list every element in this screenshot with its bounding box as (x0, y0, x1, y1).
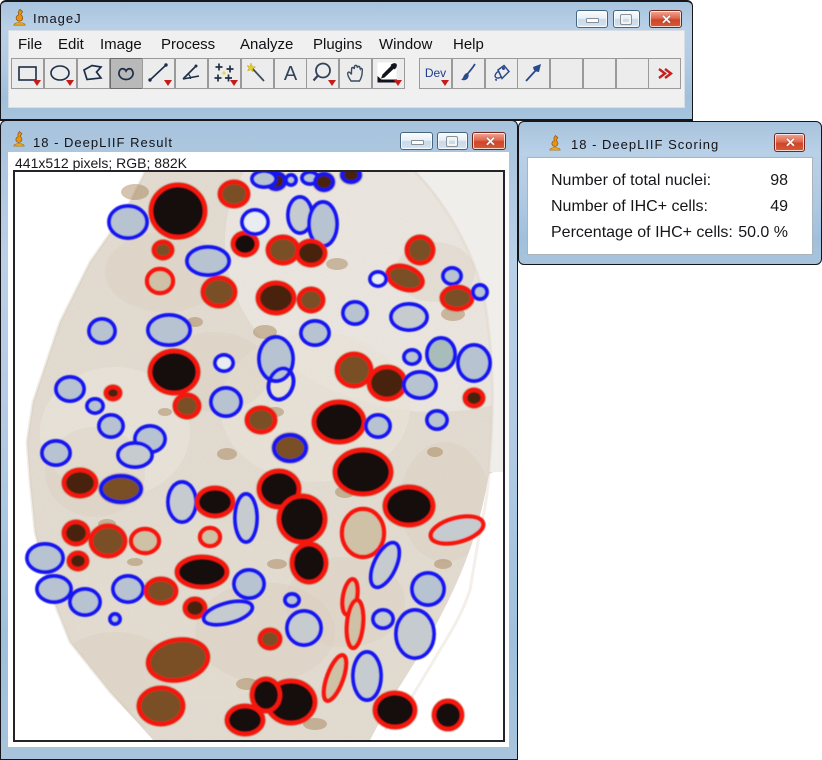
svg-text:Dev: Dev (425, 66, 446, 80)
svg-text:A: A (284, 63, 298, 85)
